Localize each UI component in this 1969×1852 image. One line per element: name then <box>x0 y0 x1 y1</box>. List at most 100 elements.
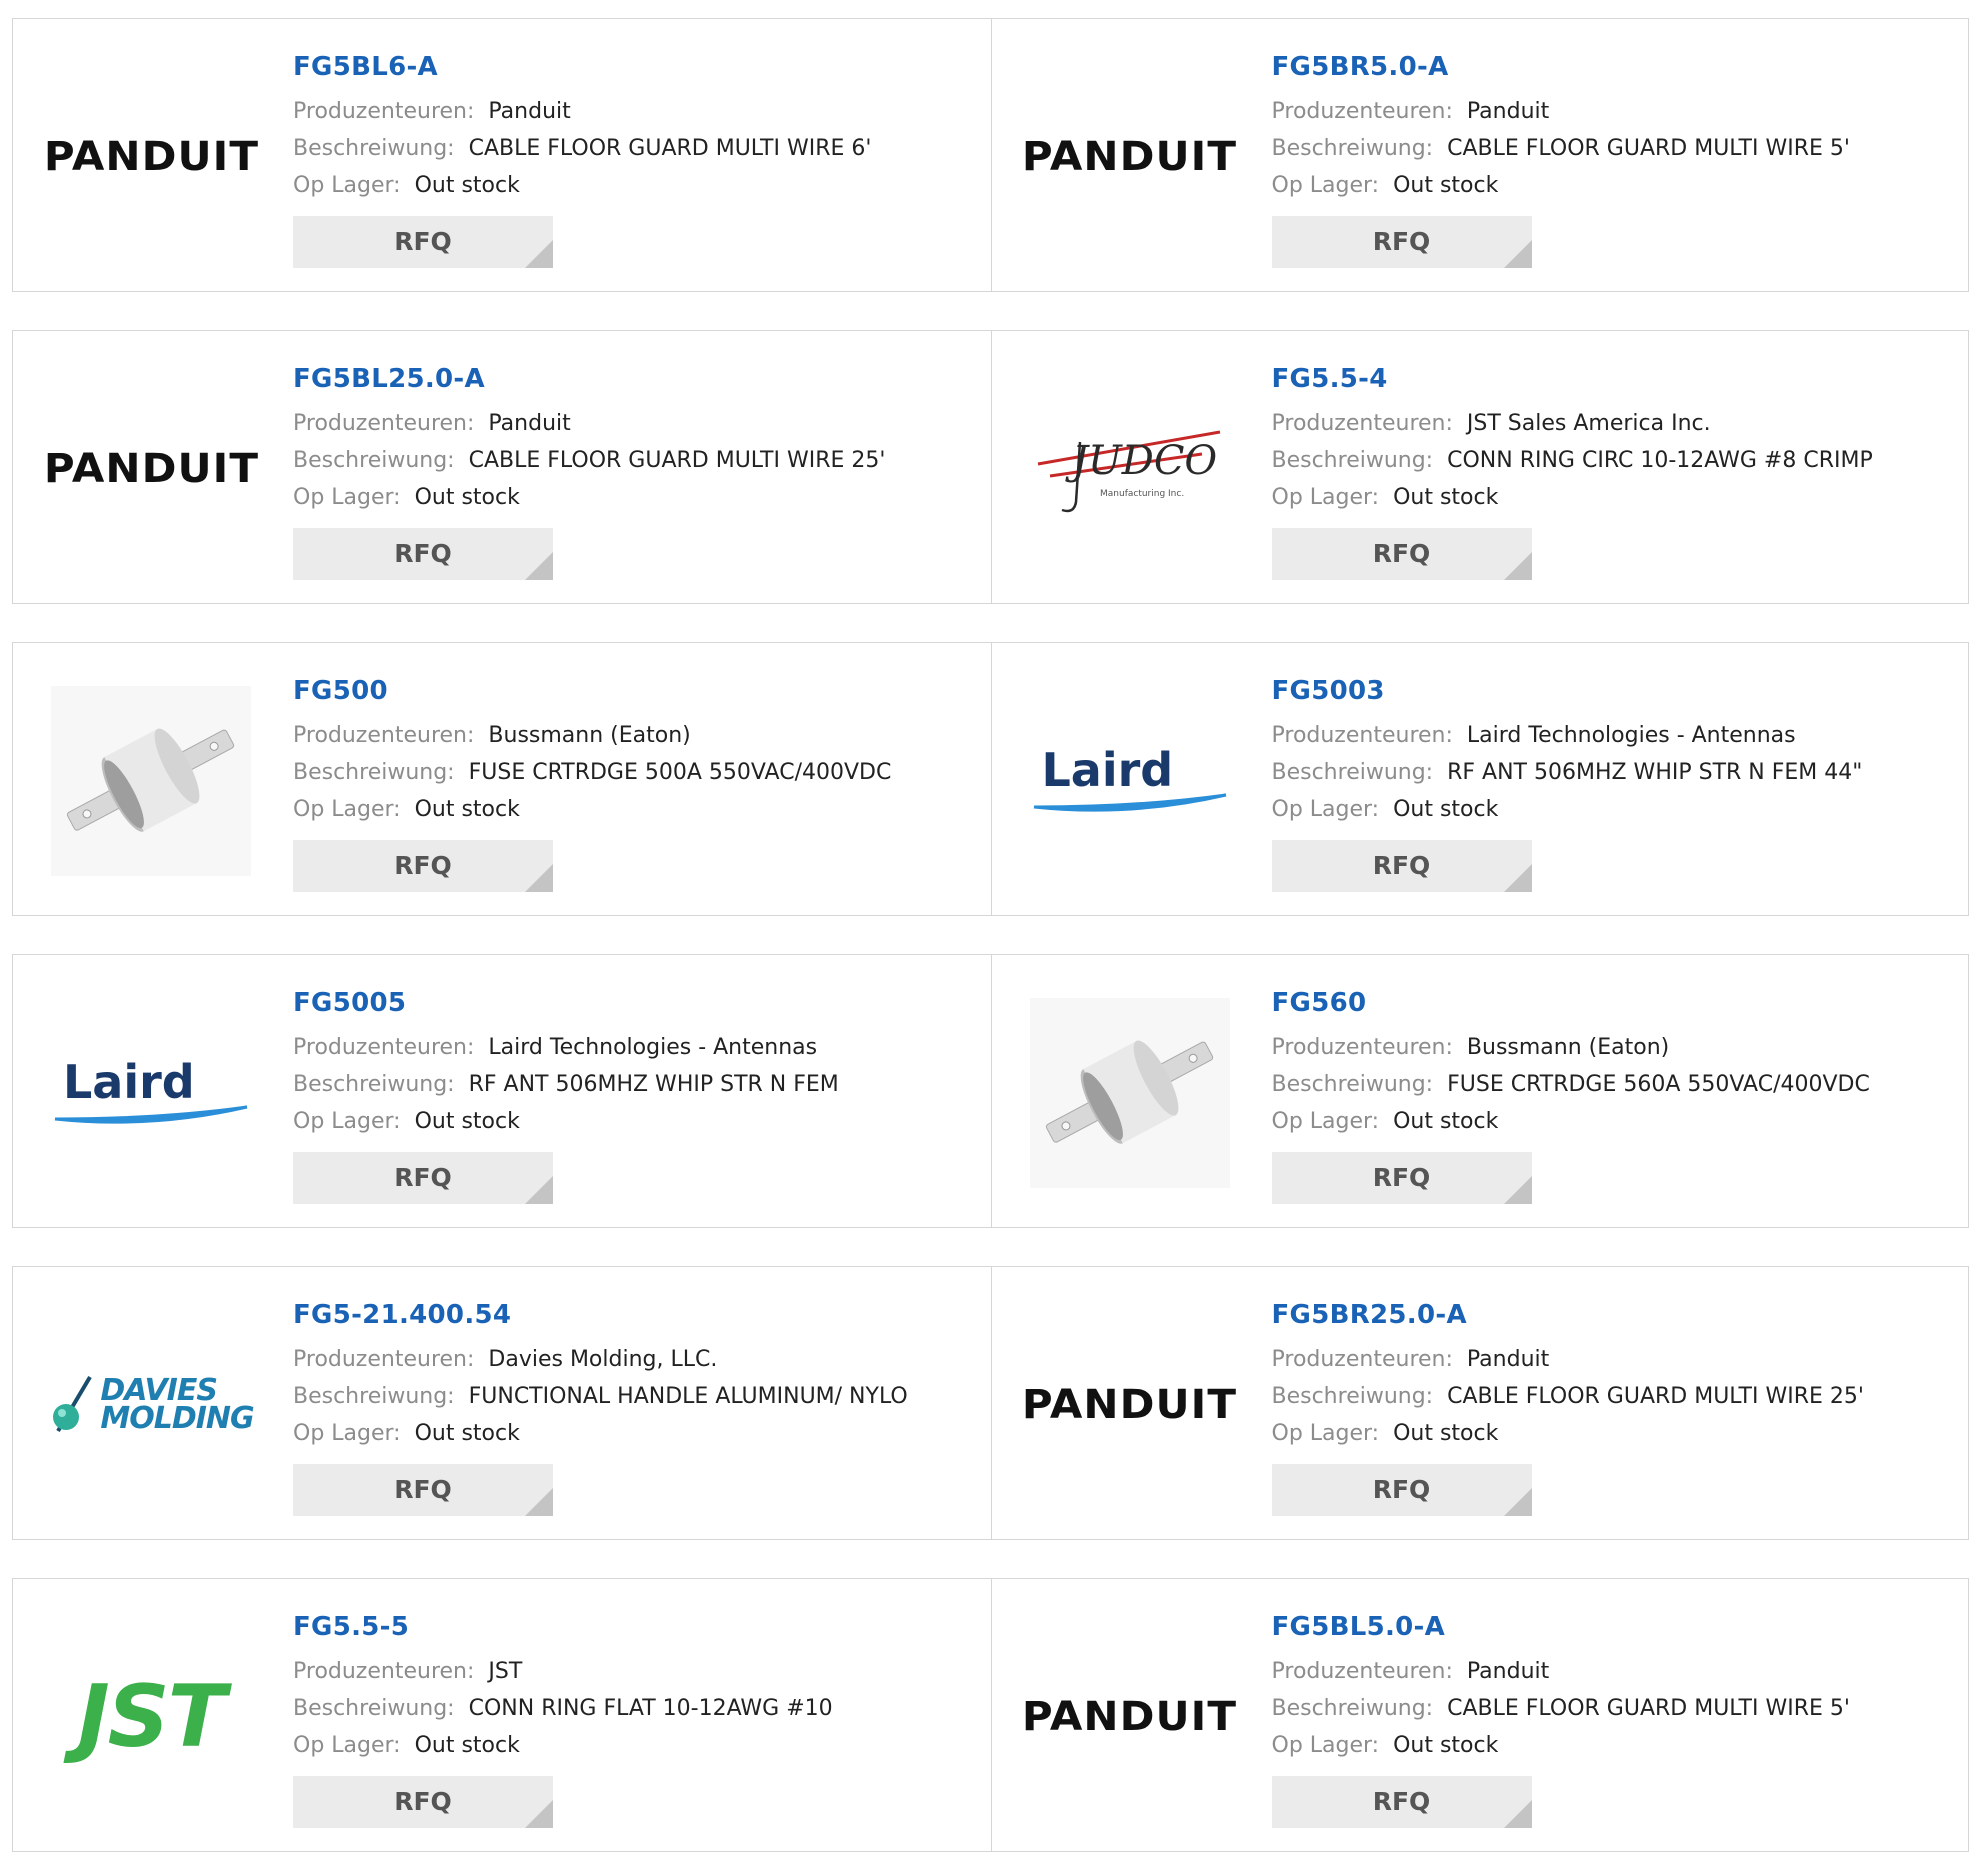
product-card: PANDUIT FG5BL25.0-A Produzenteuren: Pandu… <box>13 331 991 603</box>
part-number-link[interactable]: FG560 <box>1272 985 1949 1021</box>
stock-value: Out stock <box>1393 485 1499 510</box>
description-label: Beschreiwung: <box>293 760 455 785</box>
panduit-logo: PANDUIT <box>1021 1382 1238 1428</box>
stock-label: Op Lager: <box>293 1109 401 1134</box>
description-value: RF ANT 506MHZ WHIP STR N FEM 44" <box>1447 760 1863 785</box>
part-number-link[interactable]: FG5.5-4 <box>1272 361 1949 397</box>
stock-value: Out stock <box>414 1733 520 1758</box>
stock-value: Out stock <box>414 1109 520 1134</box>
part-number-link[interactable]: FG500 <box>293 673 971 709</box>
laird-logo: Laird <box>51 993 251 1193</box>
manufacturer-value: Laird Technologies - Antennas <box>1466 723 1796 748</box>
manufacturer-value: Panduit <box>1466 99 1550 124</box>
description-value: CABLE FLOOR GUARD MULTI WIRE 25' <box>468 448 886 473</box>
stock-value: Out stock <box>1393 1109 1499 1134</box>
description-label: Beschreiwung: <box>1271 1696 1434 1721</box>
description-label: Beschreiwung: <box>1271 1384 1434 1409</box>
manufacturer-value: Panduit <box>488 411 571 436</box>
corner-decoration <box>1503 1488 1532 1516</box>
part-number-link[interactable]: FG5.5-5 <box>293 1609 971 1645</box>
stock-label: Op Lager: <box>1271 1733 1380 1758</box>
part-number-link[interactable]: FG5BL6-A <box>293 49 971 85</box>
product-row: FG500 Produzenteuren: Bussmann (Eaton) Be… <box>12 642 1969 916</box>
davies-molding-logo: DAVIES MOLDING <box>51 1305 255 1505</box>
manufacturer-value: Bussmann (Eaton) <box>1466 1035 1670 1060</box>
panduit-logo: PANDUIT <box>1021 1694 1238 1740</box>
part-number-link[interactable]: FG5005 <box>293 985 971 1021</box>
corner-decoration <box>525 1800 553 1828</box>
description-label: Beschreiwung: <box>293 1696 455 1721</box>
stock-label: Op Lager: <box>293 485 401 510</box>
description-label: Beschreiwung: <box>293 1384 455 1409</box>
stock-value: Out stock <box>1393 173 1499 198</box>
part-number-link[interactable]: FG5BL5.0-A <box>1272 1609 1949 1645</box>
part-number-link[interactable]: FG5BL25.0-A <box>293 361 971 397</box>
manufacturer-value: Panduit <box>1466 1659 1550 1684</box>
description-label: Beschreiwung: <box>293 136 455 161</box>
stock-value: Out stock <box>414 485 520 510</box>
manufacturer-value: Panduit <box>488 99 571 124</box>
rfq-button[interactable]: RFQ <box>293 1464 553 1516</box>
rfq-button[interactable]: RFQ <box>293 216 553 268</box>
fuse-product-image <box>1029 993 1230 1193</box>
stock-label: Op Lager: <box>1271 1109 1380 1134</box>
manufacturer-label: Produzenteuren: <box>1271 723 1453 748</box>
description-value: CONN RING FLAT 10-12AWG #10 <box>468 1696 833 1721</box>
manufacturer-label: Produzenteuren: <box>1271 99 1453 124</box>
manufacturer-label: Produzenteuren: <box>1271 1035 1453 1060</box>
manufacturer-label: Produzenteuren: <box>293 411 475 436</box>
stock-label: Op Lager: <box>293 173 401 198</box>
corner-decoration <box>525 864 553 892</box>
rfq-button[interactable]: RFQ <box>1271 1152 1532 1204</box>
corner-decoration <box>1503 552 1532 580</box>
manufacturer-value: Bussmann (Eaton) <box>488 723 691 748</box>
stock-label: Op Lager: <box>293 797 401 822</box>
manufacturer-value: Davies Molding, LLC. <box>488 1347 718 1372</box>
part-number-link[interactable]: FG5-21.400.54 <box>293 1297 971 1333</box>
corner-decoration <box>525 552 553 580</box>
rfq-button[interactable]: RFQ <box>1271 216 1532 268</box>
description-value: CABLE FLOOR GUARD MULTI WIRE 5' <box>1447 1696 1850 1721</box>
manufacturer-value: JST Sales America Inc. <box>1466 411 1711 436</box>
product-card: PANDUIT FG5BR25.0-A Produzenteuren: Pandu… <box>990 1267 1969 1539</box>
product-row: Laird FG5005 Produzenteuren: Laird Techno… <box>12 954 1969 1228</box>
corner-decoration <box>525 240 553 268</box>
manufacturer-label: Produzenteuren: <box>293 1659 475 1684</box>
rfq-button[interactable]: RFQ <box>293 840 553 892</box>
fuse-product-image <box>51 681 251 881</box>
product-card: JUDCO Manufacturing Inc. FG5.5-4 Produze… <box>990 331 1969 603</box>
judco-logo: JUDCO Manufacturing Inc. <box>1030 369 1230 569</box>
stock-label: Op Lager: <box>1271 173 1380 198</box>
product-card: PANDUIT FG5BL5.0-A Produzenteuren: Pandui… <box>990 1579 1969 1851</box>
product-card: DAVIES MOLDING FG5-21.400.54 Produzenteu… <box>13 1267 991 1539</box>
part-number-link[interactable]: FG5003 <box>1272 673 1949 709</box>
rfq-button[interactable]: RFQ <box>293 528 553 580</box>
rfq-button[interactable]: RFQ <box>1271 1464 1532 1516</box>
rfq-button[interactable]: RFQ <box>1271 840 1532 892</box>
panduit-logo: PANDUIT <box>43 134 259 180</box>
stock-label: Op Lager: <box>293 1421 401 1446</box>
product-card: PANDUIT FG5BL6-A Produzenteuren: Panduit … <box>13 19 991 291</box>
product-row: PANDUIT FG5BL6-A Produzenteuren: Panduit … <box>12 18 1969 292</box>
rfq-button[interactable]: RFQ <box>1271 528 1532 580</box>
rfq-button[interactable]: RFQ <box>293 1776 553 1828</box>
manufacturer-label: Produzenteuren: <box>293 723 475 748</box>
description-label: Beschreiwung: <box>1271 136 1434 161</box>
stock-value: Out stock <box>1393 1421 1499 1446</box>
corner-decoration <box>1503 240 1532 268</box>
corner-decoration <box>1503 1800 1532 1828</box>
corner-decoration <box>525 1176 553 1204</box>
stock-label: Op Lager: <box>1271 797 1380 822</box>
product-card: JST FG5.5-5 Produzenteuren: JST Beschreiw… <box>13 1579 991 1851</box>
rfq-button[interactable]: RFQ <box>1271 1776 1532 1828</box>
part-number-link[interactable]: FG5BR5.0-A <box>1272 49 1949 85</box>
svg-text:Manufacturing Inc.: Manufacturing Inc. <box>1100 489 1184 499</box>
jst-logo: JST <box>77 1667 227 1767</box>
rfq-button[interactable]: RFQ <box>293 1152 553 1204</box>
product-row: DAVIES MOLDING FG5-21.400.54 Produzenteu… <box>12 1266 1969 1540</box>
manufacturer-value: Panduit <box>1466 1347 1550 1372</box>
part-number-link[interactable]: FG5BR25.0-A <box>1272 1297 1949 1333</box>
product-card: PANDUIT FG5BR5.0-A Produzenteuren: Pandui… <box>990 19 1969 291</box>
manufacturer-label: Produzenteuren: <box>1271 1347 1453 1372</box>
manufacturer-value: JST <box>488 1659 523 1684</box>
